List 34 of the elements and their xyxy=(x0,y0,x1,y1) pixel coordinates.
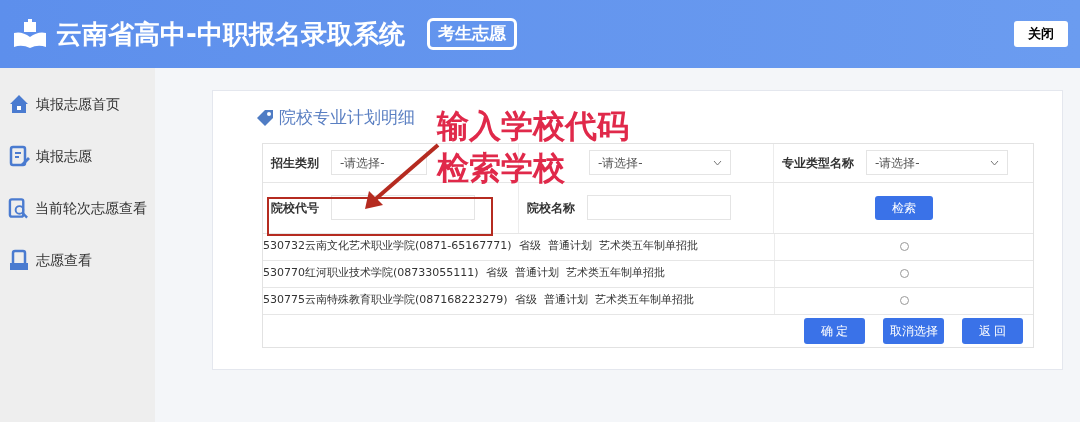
close-button[interactable]: 关闭 xyxy=(1014,21,1068,47)
book-logo-icon xyxy=(12,19,48,49)
input-field[interactable] xyxy=(331,195,475,220)
sidebar-item[interactable]: 填报志愿首页 xyxy=(36,93,120,115)
search-button[interactable]: 检索 xyxy=(874,195,933,220)
chevron-down-icon xyxy=(990,159,999,166)
field-label: 专业类型名称 xyxy=(782,154,854,172)
select-field[interactable]: -请选择- xyxy=(331,150,427,175)
input-field[interactable] xyxy=(587,195,731,220)
document-icon xyxy=(8,249,30,271)
document-edit-icon xyxy=(8,145,30,167)
sidebar-item[interactable]: 志愿查看 xyxy=(36,249,92,271)
app-title: 云南省高中-中职报名录取系统 xyxy=(56,17,405,51)
select-field[interactable]: -请选择- xyxy=(589,150,731,175)
field-label: 院校名称 xyxy=(527,199,575,217)
field-label: 院校代号 xyxy=(271,199,319,217)
tag-icon xyxy=(255,107,275,128)
role-label: 考生志愿 xyxy=(426,18,517,50)
home-icon xyxy=(8,93,30,115)
annotation-text: 输入学校代码 xyxy=(437,106,629,147)
result-text: 530732云南文化艺术职业学院(0871-65167771) 省级 普通计划 艺术类五年制单招批 xyxy=(263,238,699,255)
result-text: 530770红河职业技术学院(08733055111) 省级 普通计划 艺术类五年制单招批 xyxy=(263,265,666,282)
field-label: 招生类别 xyxy=(271,154,319,172)
sidebar-item[interactable]: 填报志愿 xyxy=(36,145,92,167)
document-search-icon xyxy=(8,197,29,219)
action-button[interactable]: 取消选择 xyxy=(883,317,944,344)
panel-title: 院校专业计划明细 xyxy=(279,106,415,129)
action-button[interactable]: 确 定 xyxy=(804,317,865,344)
chevron-down-icon xyxy=(713,159,722,166)
action-button[interactable]: 返 回 xyxy=(962,317,1023,344)
annotation-text: 检索学校 xyxy=(437,148,565,189)
result-text: 530775云南特殊教育职业学院(087168223279) 省级 普通计划 艺术类五年制单招批 xyxy=(263,292,695,309)
select-field[interactable]: -请选择- xyxy=(866,150,1008,175)
sidebar-item[interactable]: 当前轮次志愿查看 xyxy=(35,197,147,219)
